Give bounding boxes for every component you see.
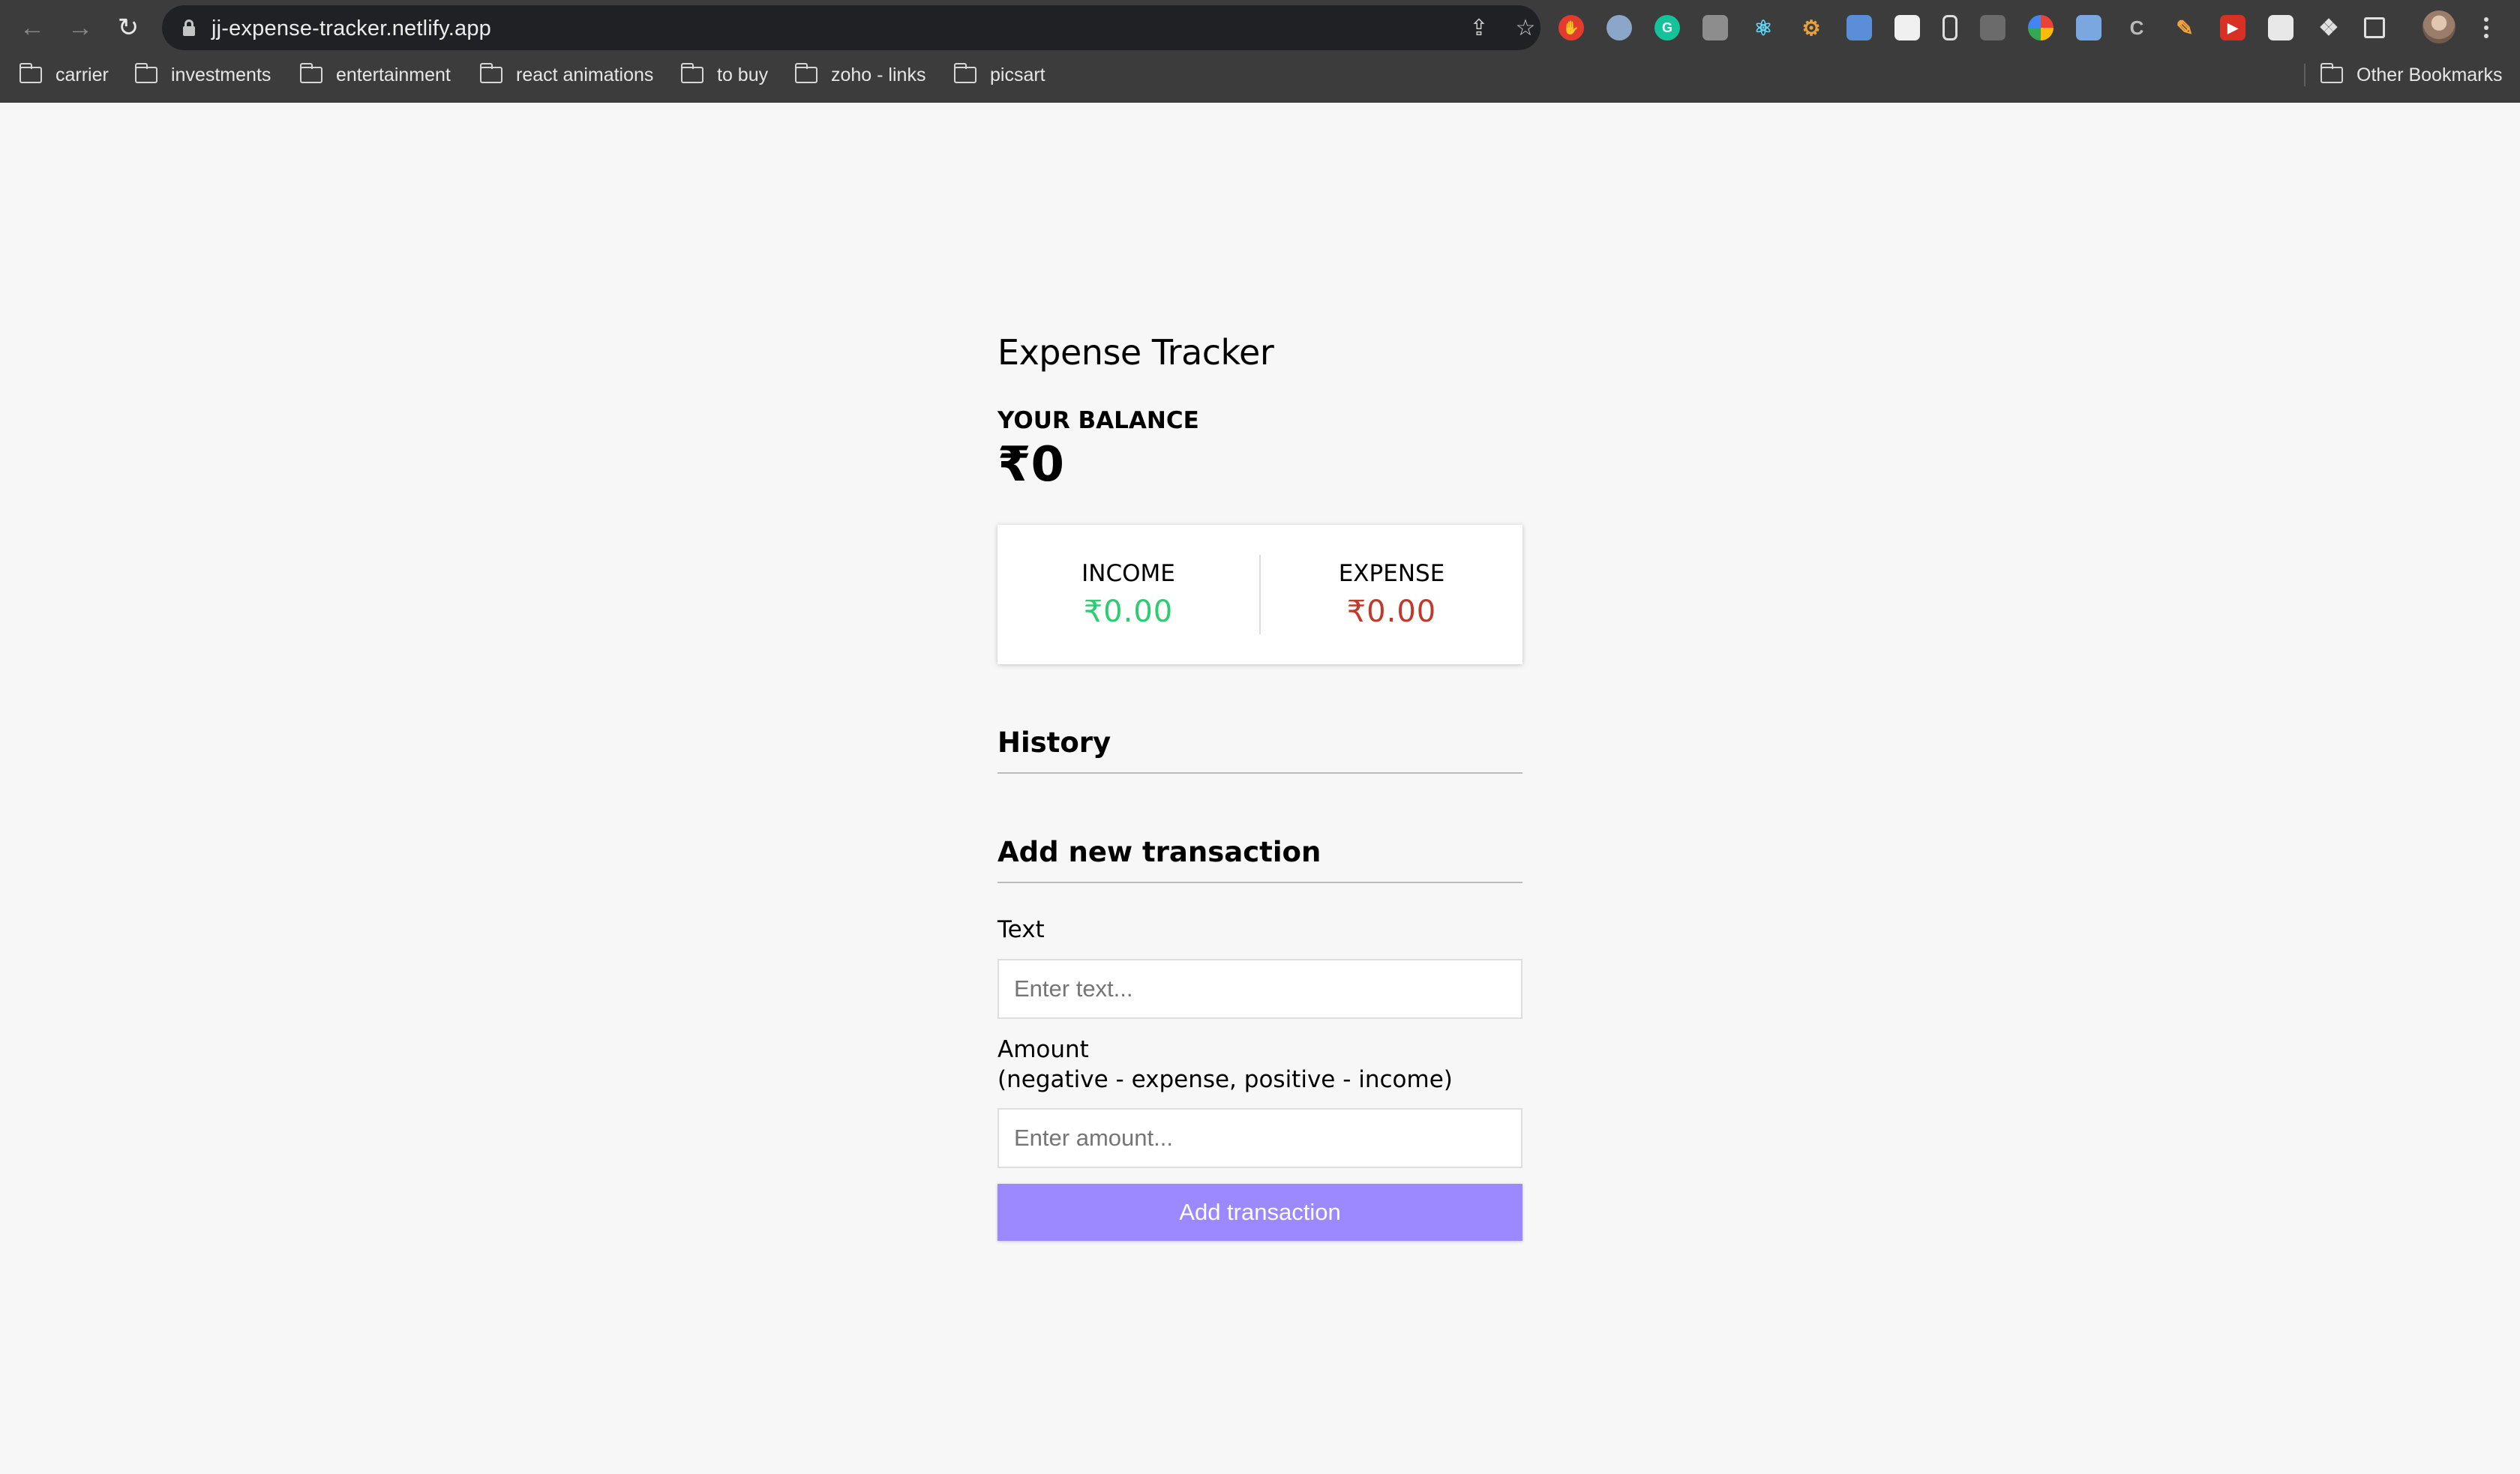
text-field-label: Text	[998, 916, 1045, 943]
side-panel-icon[interactable]	[2364, 17, 2385, 38]
amount-input[interactable]	[998, 1108, 1522, 1168]
ext-gear-icon[interactable]: ⚙	[1798, 15, 1824, 40]
ext-grammarly-icon[interactable]: G	[1654, 15, 1680, 40]
bookmark-investments[interactable]: investments	[134, 63, 271, 87]
ext-react-icon[interactable]: ⚛	[1750, 15, 1776, 40]
ext-phone-icon[interactable]	[1942, 15, 1958, 40]
folder-icon	[134, 63, 158, 83]
address-bar[interactable]: jj-expense-tracker.netlify.app ⇪ ☆	[162, 5, 1540, 50]
amount-hint: (negative - expense, positive - income)	[998, 1066, 1453, 1093]
ext-youtube-icon[interactable]: ▶	[2220, 15, 2246, 40]
lock-icon	[183, 19, 195, 36]
ext-pencil-icon[interactable]: ✎	[2172, 15, 2198, 40]
ext-badge-icon[interactable]	[2268, 15, 2294, 40]
bookmark-star-icon[interactable]: ☆	[1512, 14, 1539, 41]
page-title: Expense Tracker	[998, 332, 1274, 373]
ext-circle-icon[interactable]	[1606, 15, 1632, 40]
amount-field-label: Amount (negative - expense, positive - i…	[998, 1035, 1453, 1095]
browser-chrome: ← → ↻ jj-expense-tracker.netlify.app ⇪ ☆…	[0, 0, 2520, 103]
folder-icon	[299, 63, 322, 83]
ext-adblock-icon[interactable]: ✋	[1558, 15, 1584, 40]
balance-label: YOUR BALANCE	[998, 407, 1199, 434]
add-transaction-button[interactable]: Add transaction	[998, 1184, 1522, 1241]
income-value: ₹0.00	[1083, 595, 1174, 629]
ext-copy-icon[interactable]	[1980, 15, 2006, 40]
reload-icon[interactable]: ↻	[111, 10, 146, 45]
ext-color-picker-icon[interactable]	[2028, 15, 2054, 40]
income-label: INCOME	[1082, 560, 1175, 587]
url-text: jj-expense-tracker.netlify.app	[212, 16, 491, 40]
folder-icon	[19, 63, 42, 83]
bookmark-entertainment[interactable]: entertainment	[299, 63, 451, 87]
browser-toolbar: ← → ↻ jj-expense-tracker.netlify.app ⇪ ☆…	[0, 0, 2520, 55]
amount-label: Amount	[998, 1036, 1089, 1063]
extensions-puzzle-icon[interactable]: ❖	[2316, 15, 2342, 40]
ext-code-icon[interactable]: C	[2124, 15, 2150, 40]
folder-icon	[2320, 63, 2343, 83]
bookmark-picsart[interactable]: picsart	[953, 63, 1046, 87]
bookmarks-separator	[2304, 64, 2306, 86]
ext-notes-icon[interactable]	[1894, 15, 1920, 40]
folder-icon	[479, 63, 502, 83]
folder-icon	[953, 63, 976, 83]
folder-icon	[680, 63, 704, 83]
profile-avatar[interactable]	[2422, 10, 2456, 43]
bookmark-react-animations[interactable]: react animations	[479, 63, 653, 87]
bookmarks-bar: carrier investments entertainment react …	[0, 57, 2520, 93]
bookmark-carrier[interactable]: carrier	[19, 63, 109, 87]
bookmark-other-bookmarks[interactable]: Other Bookmarks	[2320, 63, 2503, 87]
income-expense-card: INCOME ₹0.00 EXPENSE ₹0.00	[998, 525, 1522, 664]
add-transaction-heading: Add new transaction	[998, 836, 1522, 883]
text-input[interactable]	[998, 959, 1522, 1019]
bookmark-zoho-links[interactable]: zoho - links	[794, 63, 926, 87]
expense-value: ₹0.00	[1346, 595, 1437, 629]
income-column: INCOME ₹0.00	[998, 560, 1259, 629]
back-arrow-icon[interactable]: ←	[15, 10, 50, 45]
bookmark-to-buy[interactable]: to buy	[680, 63, 768, 87]
ext-gray-icon[interactable]	[1702, 15, 1728, 40]
expense-column: EXPENSE ₹0.00	[1261, 560, 1522, 629]
extensions-row: ✋ G ⚛ ⚙ C ✎ ▶ ❖	[1558, 10, 2408, 45]
folder-icon	[794, 63, 818, 83]
browser-menu-icon[interactable]	[2475, 10, 2498, 45]
expense-label: EXPENSE	[1338, 560, 1445, 587]
forward-arrow-icon[interactable]: →	[63, 10, 98, 45]
share-icon[interactable]: ⇪	[1466, 14, 1492, 41]
history-heading: History	[998, 727, 1522, 774]
ext-mail-icon[interactable]	[2076, 15, 2102, 40]
ext-screen-icon[interactable]	[1846, 15, 1872, 40]
balance-value: ₹0	[998, 437, 1065, 493]
